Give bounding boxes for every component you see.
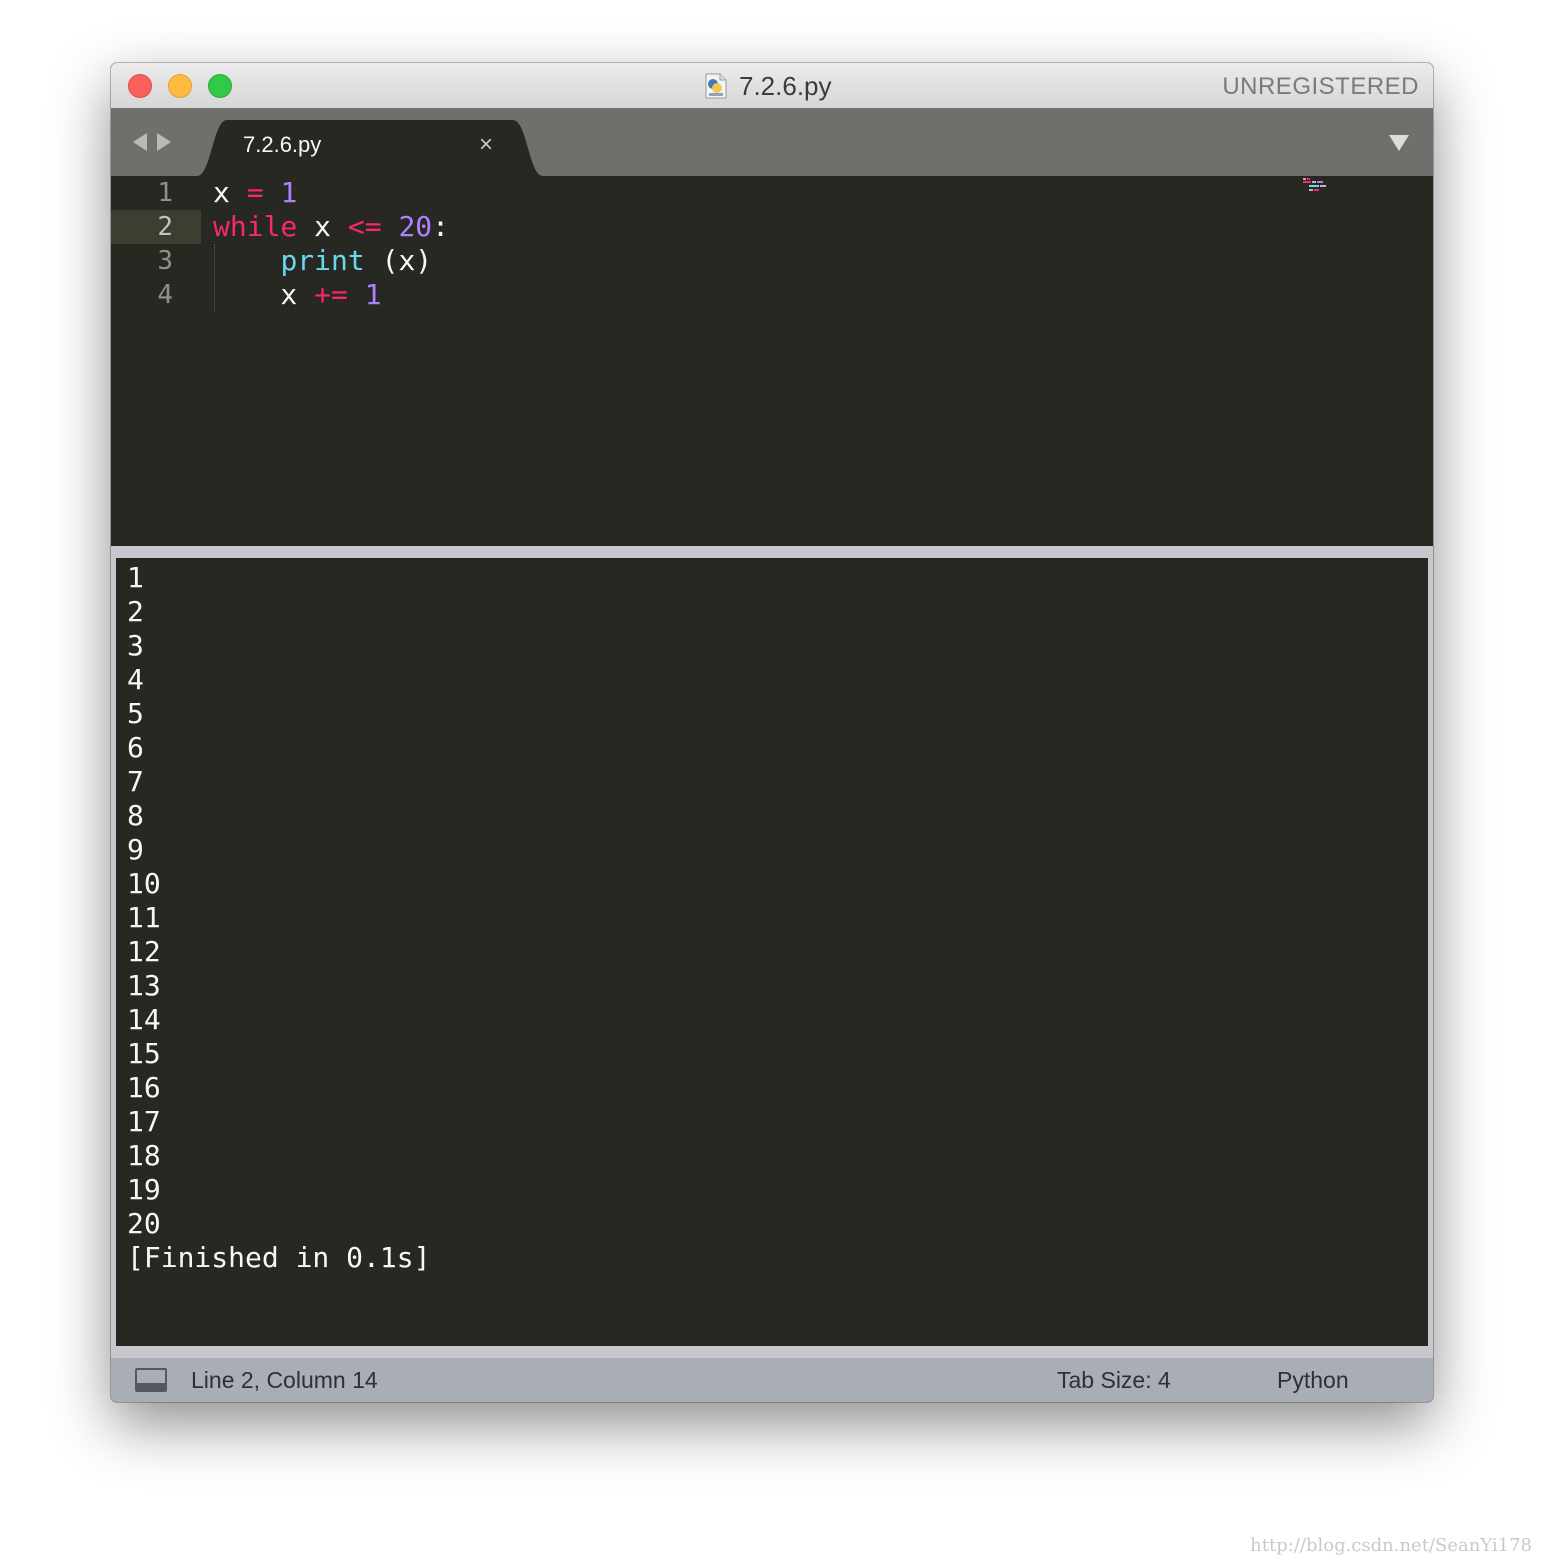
gutter-line: 3 bbox=[111, 244, 201, 278]
output-panel-frame: 1 2 3 4 5 6 7 8 9 10 11 12 13 14 15 16 17 18 19 20 [Finished… bbox=[111, 546, 1433, 1358]
build-output-panel[interactable]: 1 2 3 4 5 6 7 8 9 10 11 12 13 14 15 16 17 18 19 20 [Finished… bbox=[116, 558, 1428, 1346]
output-line: 5 bbox=[127, 697, 144, 730]
status-bar: Line 2, Column 14 Tab Size: 4 Python bbox=[111, 1358, 1433, 1402]
output-line: 13 bbox=[127, 969, 161, 1002]
tab-size-selector[interactable]: Tab Size: 4 bbox=[1057, 1367, 1171, 1394]
line-number: 3 bbox=[157, 246, 173, 276]
code-line[interactable]: while x <= 20: bbox=[213, 210, 449, 244]
tab-navigation bbox=[133, 133, 171, 151]
output-line: 12 bbox=[127, 935, 161, 968]
code-token-plain: x bbox=[213, 278, 315, 311]
code-editor[interactable]: 1 2 3 4 x = 1 while x <= 20: print (x) x… bbox=[111, 176, 1433, 546]
line-number: 2 bbox=[157, 212, 173, 242]
gutter-line: 4 bbox=[111, 278, 201, 312]
output-line: 2 bbox=[127, 595, 144, 628]
code-token-num: 20 bbox=[398, 210, 433, 243]
toggle-panel-icon[interactable] bbox=[135, 1368, 167, 1392]
code-token-num: 1 bbox=[364, 278, 382, 311]
output-line: 7 bbox=[127, 765, 144, 798]
cursor-position[interactable]: Line 2, Column 14 bbox=[191, 1367, 378, 1394]
code-token-op: += bbox=[314, 278, 348, 311]
next-tab-icon[interactable] bbox=[157, 133, 171, 151]
line-number: 1 bbox=[157, 178, 173, 208]
window-title-group: 7.2.6.py bbox=[701, 71, 832, 101]
editor-window: 7.2.6.py UNREGISTERED 7.2.6.py × 1 2 3 4 bbox=[111, 63, 1433, 1402]
output-line: 17 bbox=[127, 1105, 161, 1138]
code-token-plain: x bbox=[297, 210, 348, 243]
code-token-plain: x bbox=[213, 176, 247, 209]
output-line: 15 bbox=[127, 1037, 161, 1070]
code-token-kw: while bbox=[213, 210, 298, 243]
indent-guide bbox=[214, 244, 215, 312]
title-bar[interactable]: 7.2.6.py UNREGISTERED bbox=[111, 63, 1433, 109]
code-line[interactable]: x = 1 bbox=[213, 176, 297, 210]
unregistered-label: UNREGISTERED bbox=[1222, 73, 1419, 100]
tab-bar: 7.2.6.py × bbox=[111, 108, 1433, 176]
minimize-window-button[interactable] bbox=[168, 74, 192, 98]
output-line: 6 bbox=[127, 731, 144, 764]
gutter-line: 1 bbox=[111, 176, 201, 210]
code-line[interactable]: x += 1 bbox=[213, 278, 382, 312]
tab-label: 7.2.6.py bbox=[243, 132, 322, 157]
tab-7-2-6-py[interactable]: 7.2.6.py × bbox=[197, 118, 547, 176]
output-line: 9 bbox=[127, 833, 144, 866]
zoom-window-button[interactable] bbox=[208, 74, 232, 98]
gutter-line-active: 2 bbox=[111, 210, 201, 244]
output-line: 8 bbox=[127, 799, 144, 832]
output-line: 16 bbox=[127, 1071, 161, 1104]
output-line: 11 bbox=[127, 901, 161, 934]
window-title: 7.2.6.py bbox=[739, 70, 832, 101]
output-line: 1 bbox=[127, 561, 144, 594]
tab-close-icon[interactable]: × bbox=[479, 131, 493, 159]
output-line: 18 bbox=[127, 1139, 161, 1172]
code-token-plain: : bbox=[432, 210, 450, 243]
output-line: 20 bbox=[127, 1207, 161, 1240]
tab-list-dropdown-icon[interactable] bbox=[1389, 135, 1409, 151]
minimap[interactable] bbox=[1303, 178, 1331, 192]
python-file-icon bbox=[705, 73, 727, 99]
code-token-plain: (x) bbox=[364, 244, 433, 277]
close-window-button[interactable] bbox=[128, 74, 152, 98]
code-token-fn: print bbox=[280, 244, 365, 277]
line-number: 4 bbox=[157, 280, 173, 310]
output-line: 19 bbox=[127, 1173, 161, 1206]
code-token-num: 1 bbox=[280, 176, 298, 209]
code-line[interactable]: print (x) bbox=[213, 244, 432, 278]
previous-tab-icon[interactable] bbox=[133, 133, 147, 151]
output-line: 4 bbox=[127, 663, 144, 696]
code-token-op: = bbox=[246, 176, 264, 209]
output-line: 3 bbox=[127, 629, 144, 662]
output-line: 14 bbox=[127, 1003, 161, 1036]
output-line: [Finished in 0.1s] bbox=[127, 1241, 431, 1274]
watermark: http://blog.csdn.net/SeanYi178 bbox=[1250, 1535, 1532, 1556]
syntax-selector[interactable]: Python bbox=[1277, 1367, 1349, 1394]
output-line: 10 bbox=[127, 867, 161, 900]
code-token-op: <= bbox=[347, 210, 382, 243]
